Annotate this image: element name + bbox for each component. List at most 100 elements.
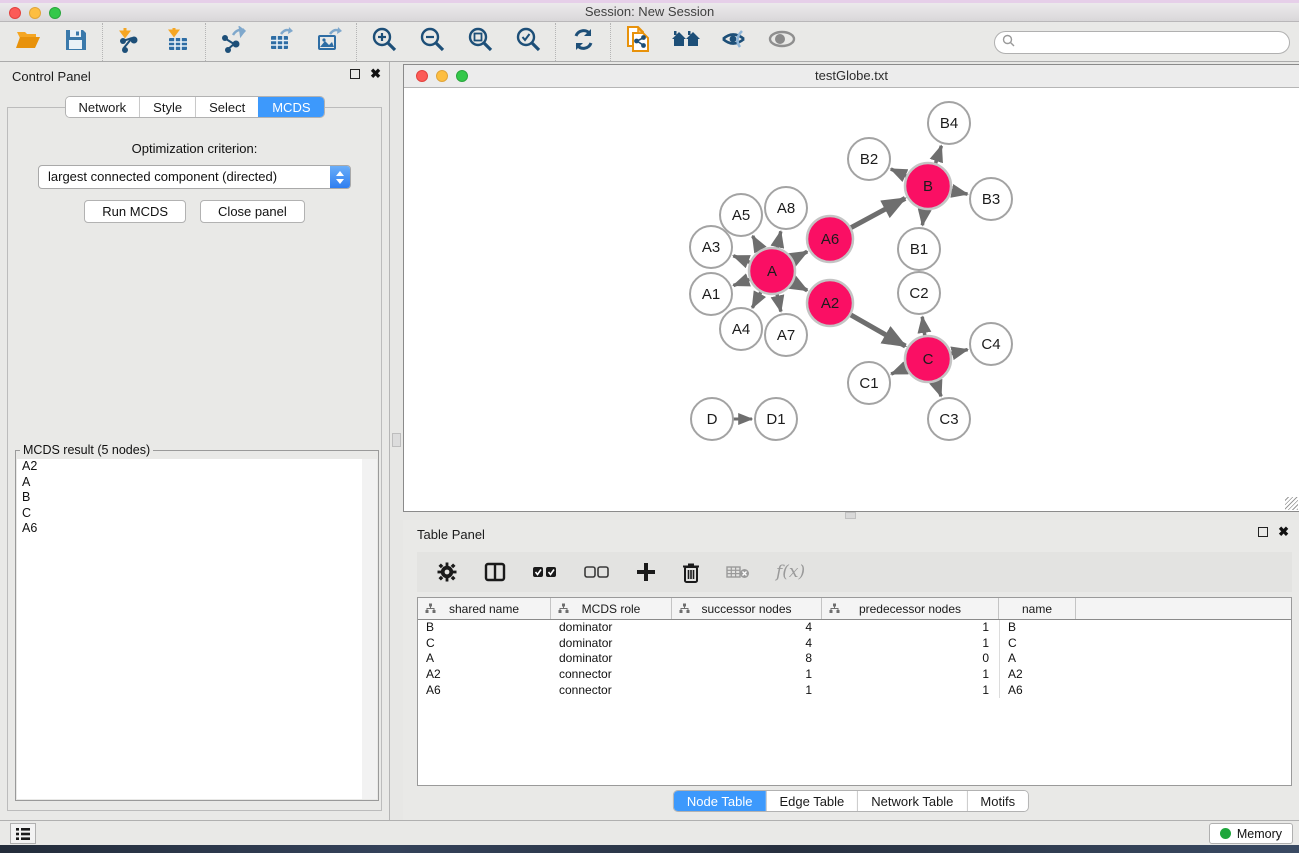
minimize-window-button[interactable] — [29, 7, 41, 19]
search-input[interactable] — [1020, 36, 1289, 50]
table-cell[interactable]: 0 — [822, 651, 999, 667]
table-cell[interactable]: A6 — [418, 683, 551, 699]
network-window-titlebar[interactable]: testGlobe.txt — [404, 65, 1299, 88]
zoom-window-button[interactable] — [49, 7, 61, 19]
window-resize-grip[interactable] — [1285, 497, 1298, 510]
tab-motifs[interactable]: Motifs — [966, 791, 1028, 811]
table-cell[interactable]: 1 — [672, 683, 822, 699]
graph-edge[interactable] — [891, 368, 906, 374]
table-cell[interactable]: A — [999, 651, 1076, 667]
graph-edge[interactable] — [753, 236, 761, 251]
delete-table-button[interactable] — [726, 564, 750, 580]
table-cell[interactable]: dominator — [551, 636, 672, 652]
export-image-button[interactable] — [315, 28, 343, 56]
table-cell[interactable]: C — [418, 636, 551, 652]
save-session-button[interactable] — [61, 28, 89, 56]
graph-edge[interactable] — [950, 350, 967, 354]
table-cell[interactable]: A — [418, 651, 551, 667]
table-cell[interactable]: B — [418, 620, 551, 636]
column-header-shared-name[interactable]: shared name — [418, 598, 551, 619]
mcds-result-list[interactable]: A2ABCA6 — [17, 459, 377, 799]
graph-edge[interactable] — [935, 146, 941, 164]
export-network-button[interactable] — [219, 28, 247, 56]
zoom-in-button[interactable] — [370, 28, 398, 56]
table-cell[interactable]: 1 — [822, 636, 999, 652]
float-table-panel-icon[interactable] — [1258, 527, 1268, 537]
graph-edge[interactable] — [936, 381, 941, 397]
table-cell[interactable]: dominator — [551, 620, 672, 636]
graph-edge[interactable] — [891, 169, 907, 176]
table-cell[interactable]: 1 — [822, 667, 999, 683]
table-cell[interactable]: dominator — [551, 651, 672, 667]
table-cell[interactable]: connector — [551, 683, 672, 699]
list-item[interactable]: B — [17, 490, 377, 506]
table-cell[interactable]: A6 — [999, 683, 1076, 699]
tab-style[interactable]: Style — [139, 97, 195, 117]
table-cell[interactable]: 4 — [672, 636, 822, 652]
tab-network[interactable]: Network — [65, 97, 139, 117]
table-cell[interactable]: 1 — [822, 620, 999, 636]
export-table-button[interactable] — [267, 28, 295, 56]
apply-function-button[interactable]: f(x) — [776, 562, 805, 582]
graph-edge[interactable] — [733, 256, 750, 263]
zoom-fit-button[interactable] — [466, 28, 494, 56]
table-cell[interactable]: 1 — [822, 683, 999, 699]
network-view-window[interactable]: testGlobe.txt B4B2BB3A8A5A6A3B1AC2A1A2A4… — [403, 64, 1299, 512]
table-cell[interactable]: connector — [551, 667, 672, 683]
column-header-name[interactable]: name — [999, 598, 1076, 619]
table-cell[interactable]: 1 — [672, 667, 822, 683]
horizontal-splitter-grip[interactable] — [845, 512, 856, 519]
table-body[interactable]: Bdominator41BCdominator41CAdominator80AA… — [418, 620, 1291, 698]
float-panel-icon[interactable] — [350, 69, 360, 79]
tab-node-table[interactable]: Node Table — [674, 791, 766, 811]
network-snapshot-button[interactable] — [624, 28, 652, 56]
graph-edge[interactable] — [922, 317, 925, 336]
table-row[interactable]: A2connector11A2 — [418, 667, 1291, 683]
table-cell[interactable]: 4 — [672, 620, 822, 636]
delete-columns-button[interactable] — [682, 562, 700, 583]
hide-graphics-details-button[interactable] — [720, 28, 748, 56]
table-cell[interactable]: C — [999, 636, 1076, 652]
column-header-predecessor-nodes[interactable]: predecessor nodes — [822, 598, 999, 619]
panel-divider-grip[interactable] — [392, 433, 401, 447]
deselect-all-button[interactable] — [584, 565, 610, 579]
refresh-layout-button[interactable] — [569, 28, 597, 56]
list-item[interactable]: A6 — [17, 521, 377, 537]
close-table-panel-icon[interactable]: ✖ — [1278, 527, 1289, 537]
graph-edge[interactable] — [792, 252, 807, 260]
list-item[interactable]: A2 — [17, 459, 377, 475]
run-mcds-button[interactable]: Run MCDS — [84, 200, 186, 223]
graph-edge[interactable] — [777, 293, 781, 311]
column-settings-button[interactable] — [436, 561, 458, 583]
close-panel-icon[interactable]: ✖ — [370, 69, 381, 79]
tab-mcds[interactable]: MCDS — [258, 97, 323, 117]
tab-network-table[interactable]: Network Table — [857, 791, 966, 811]
birdseye-view-button[interactable] — [672, 28, 700, 56]
search-box[interactable] — [994, 31, 1290, 54]
close-window-button[interactable] — [9, 7, 21, 19]
criterion-dropdown[interactable]: largest connected component (directed) — [38, 165, 351, 189]
table-row[interactable]: Adominator80A — [418, 651, 1291, 667]
table-row[interactable]: Bdominator41B — [418, 620, 1291, 636]
window-controls[interactable] — [9, 7, 61, 19]
node-table[interactable]: shared nameMCDS rolesuccessor nodesprede… — [417, 597, 1292, 786]
zoom-out-button[interactable] — [418, 28, 446, 56]
table-cell[interactable]: B — [999, 620, 1076, 636]
table-cell[interactable]: 8 — [672, 651, 822, 667]
zoom-selected-button[interactable] — [514, 28, 542, 56]
graph-edge[interactable] — [850, 314, 905, 346]
memory-button[interactable]: Memory — [1209, 823, 1293, 844]
select-all-button[interactable] — [532, 565, 558, 579]
net-close-button[interactable] — [416, 70, 428, 82]
tab-edge-table[interactable]: Edge Table — [765, 791, 857, 811]
table-cell[interactable]: A2 — [418, 667, 551, 683]
graph-edge[interactable] — [733, 279, 750, 285]
net-zoom-button[interactable] — [456, 70, 468, 82]
graph-edge[interactable] — [850, 198, 905, 228]
show-graphics-details-button[interactable] — [768, 28, 796, 56]
list-item[interactable]: C — [17, 506, 377, 522]
graph-edge[interactable] — [792, 282, 807, 290]
import-table-button[interactable] — [164, 28, 192, 56]
table-row[interactable]: Cdominator41C — [418, 636, 1291, 652]
toggle-panel-split-button[interactable] — [484, 561, 506, 583]
